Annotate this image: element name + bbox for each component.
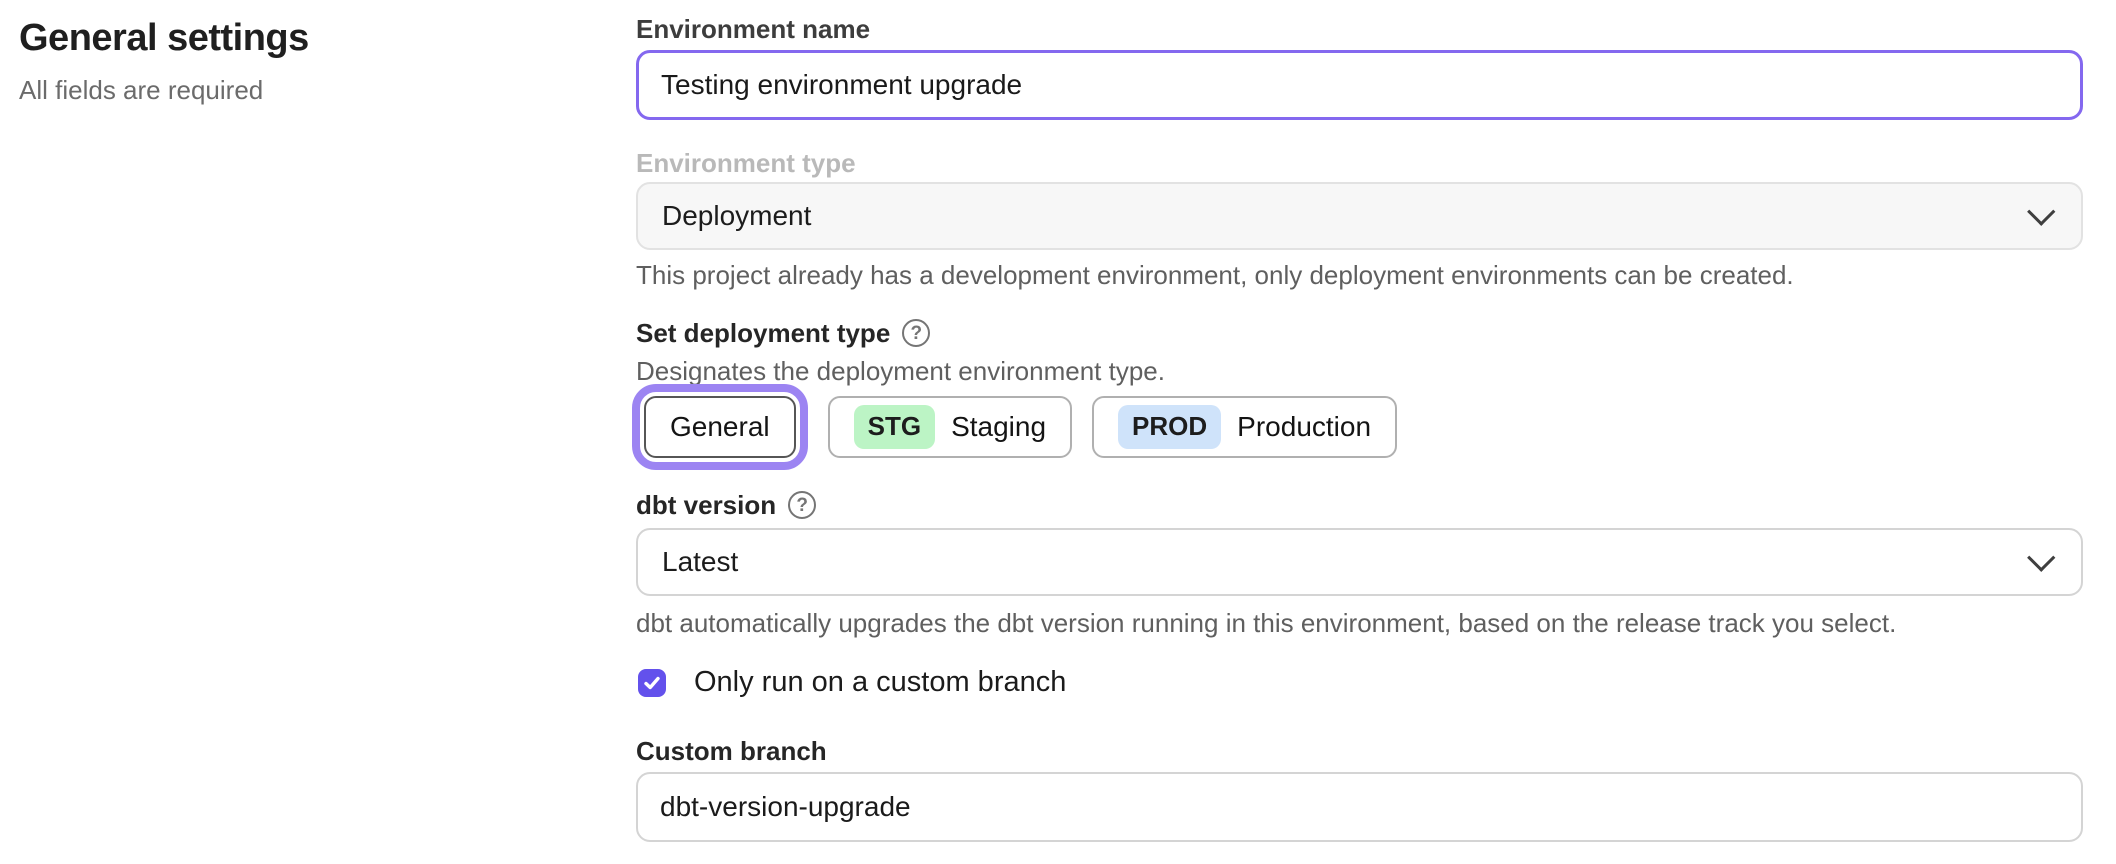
deployment-type-label: Set deployment type [636, 316, 890, 350]
custom-branch-label: Custom branch [636, 734, 827, 768]
deployment-type-general-button[interactable]: General [644, 396, 796, 458]
page-subtitle: All fields are required [19, 74, 579, 106]
environment-type-value: Deployment [662, 200, 2027, 232]
deployment-type-production-button[interactable]: PROD Production [1092, 396, 1397, 458]
deployment-type-options: General STG Staging PROD Production [636, 396, 1397, 458]
staging-button-label: Staging [951, 411, 1046, 443]
dbt-version-label: dbt version [636, 488, 776, 522]
staging-badge: STG [854, 405, 935, 448]
chevron-down-icon [2027, 198, 2055, 226]
chevron-down-icon [2027, 544, 2055, 572]
environment-settings-page: General settings All fields are required… [0, 0, 2116, 864]
dbt-version-helper: dbt automatically upgrades the dbt versi… [636, 606, 2083, 640]
dbt-version-label-row: dbt version ? [636, 488, 816, 522]
general-button-label: General [670, 411, 770, 443]
page-title: General settings [19, 14, 579, 62]
environment-type-helper: This project already has a development e… [636, 258, 2083, 292]
dbt-version-value: Latest [662, 546, 2027, 578]
custom-branch-input[interactable] [636, 772, 2083, 842]
deployment-type-description: Designates the deployment environment ty… [636, 354, 2083, 388]
environment-type-label: Environment type [636, 146, 856, 180]
environment-name-input[interactable] [636, 50, 2083, 120]
environment-type-select: Deployment [636, 182, 2083, 250]
custom-branch-toggle-label[interactable]: Only run on a custom branch [694, 666, 1066, 699]
deployment-type-staging-button[interactable]: STG Staging [828, 396, 1072, 458]
custom-branch-toggle-row: Only run on a custom branch [638, 666, 1066, 699]
environment-name-label: Environment name [636, 12, 870, 46]
help-icon[interactable]: ? [902, 319, 930, 347]
production-button-label: Production [1237, 411, 1371, 443]
deployment-type-label-row: Set deployment type ? [636, 316, 930, 350]
production-badge: PROD [1118, 405, 1221, 448]
help-icon[interactable]: ? [788, 491, 816, 519]
custom-branch-checkbox[interactable] [638, 669, 666, 697]
checkmark-icon [642, 673, 662, 693]
dbt-version-select[interactable]: Latest [636, 528, 2083, 596]
settings-form: Environment name Environment type Deploy… [636, 0, 2083, 864]
section-header: General settings All fields are required [19, 14, 579, 106]
